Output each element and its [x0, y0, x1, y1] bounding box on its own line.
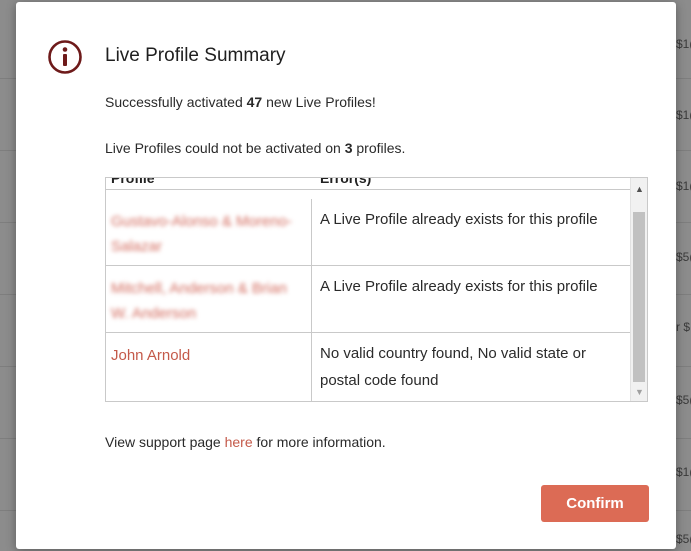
table-row: John Arnold No valid country found, No v… [106, 333, 631, 401]
bg-cell: $1( [676, 465, 691, 479]
success-message: Successfully activated 47 new Live Profi… [105, 94, 376, 110]
support-suffix: for more information. [252, 434, 386, 450]
table-header: Profile Error(s) [106, 177, 631, 190]
live-profile-summary-dialog: Live Profile Summary Successfully activa… [16, 2, 676, 549]
failure-prefix: Live Profiles could not be activated on [105, 140, 345, 156]
failure-count: 3 [344, 140, 353, 156]
info-icon [48, 40, 82, 74]
scroll-down-arrow-icon[interactable]: ▼ [631, 384, 647, 401]
support-message: View support page here for more informat… [105, 434, 386, 450]
success-suffix: new Live Profiles! [262, 94, 376, 110]
bg-cell: $1( [676, 179, 691, 193]
column-divider [311, 333, 312, 401]
profile-name-link[interactable]: Mitchell, Anderson & Brian W. Anderson [111, 276, 303, 326]
bg-cell: r $ [676, 320, 691, 334]
failure-message: Live Profiles could not be activated on … [105, 140, 405, 156]
profile-name-link[interactable]: Gustavo-Alonso & Moreno-Salazar [111, 209, 303, 259]
column-header-errors: Error(s) [320, 177, 372, 186]
failure-suffix: profiles. [352, 140, 406, 156]
column-header-profile: Profile [111, 177, 155, 186]
confirm-button[interactable]: Confirm [541, 485, 649, 522]
table-row: Gustavo-Alonso & Moreno-Salazar A Live P… [106, 199, 631, 266]
bg-cell: $1( [676, 108, 691, 122]
profile-name-link[interactable]: John Arnold [111, 343, 303, 368]
error-text: A Live Profile already exists for this p… [320, 211, 598, 228]
table-row: Mitchell, Anderson & Brian W. Anderson A… [106, 266, 631, 333]
support-page-link[interactable]: here [225, 434, 253, 450]
scroll-thumb[interactable] [633, 212, 645, 382]
bg-cell: $5( [676, 532, 691, 546]
error-table[interactable]: Profile Error(s) Gustavo-Alonso & Moreno… [105, 177, 648, 402]
column-divider [311, 199, 312, 265]
bg-cell: $1( [676, 37, 691, 51]
column-divider [311, 266, 312, 332]
success-count: 47 [246, 94, 263, 110]
success-prefix: Successfully activated [105, 94, 247, 110]
table-scrollbar[interactable]: ▲ ▼ [630, 178, 647, 401]
support-prefix: View support page [105, 434, 225, 450]
bg-cell: $5( [676, 250, 691, 264]
dialog-title: Live Profile Summary [105, 45, 286, 66]
error-text: No valid country found, No valid state o… [320, 345, 586, 389]
bg-cell: $5( [676, 393, 691, 407]
scroll-up-arrow-icon[interactable]: ▲ [631, 181, 647, 198]
error-text: A Live Profile already exists for this p… [320, 278, 598, 295]
